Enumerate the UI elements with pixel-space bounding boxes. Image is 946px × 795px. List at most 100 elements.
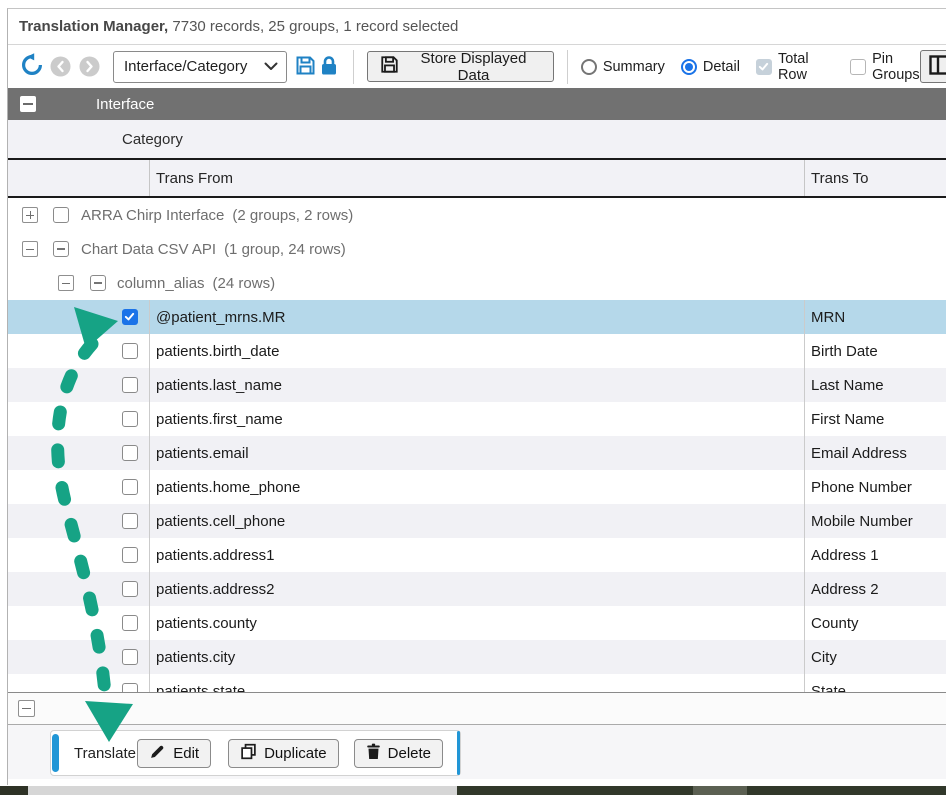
- row-checkbox[interactable]: [122, 479, 138, 495]
- row-checkbox[interactable]: [122, 615, 138, 631]
- edit-button[interactable]: Edit: [137, 739, 211, 768]
- category-group-header: Category: [8, 120, 946, 160]
- trans-to-cell: County: [805, 606, 946, 640]
- columns-icon: [929, 55, 946, 78]
- expand-toggle-icon[interactable]: [58, 275, 74, 291]
- interface-group-header: Interface: [8, 88, 946, 120]
- trans-from-cell: patients.cell_phone: [150, 504, 805, 538]
- collapse-bottom-panel-icon[interactable]: [18, 700, 35, 717]
- row-gutter-cell: [8, 538, 150, 572]
- trans-to-cell: State: [805, 674, 946, 693]
- toolbar-separator: [353, 50, 354, 84]
- group-count: (24 rows): [213, 275, 276, 292]
- screen: Translation Manager, 7730 records, 25 gr…: [0, 0, 946, 795]
- undo-icon: [20, 53, 44, 80]
- row-checkbox[interactable]: [122, 547, 138, 563]
- table-row[interactable]: patients.home_phone Phone Number: [8, 470, 946, 504]
- table-row[interactable]: patients.last_name Last Name: [8, 368, 946, 402]
- detail-radio[interactable]: [681, 59, 697, 75]
- trans-to-column-header[interactable]: Trans To: [805, 160, 946, 196]
- group-label: Chart Data CSV API: [81, 241, 216, 258]
- group-row[interactable]: Chart Data CSV API (1 group, 24 rows): [8, 232, 946, 266]
- row-checkbox[interactable]: [122, 683, 138, 693]
- table-row[interactable]: patients.state State: [8, 674, 946, 693]
- collapse-all-icon[interactable]: [20, 96, 36, 112]
- trans-to-cell: Phone Number: [805, 470, 946, 504]
- row-checkbox[interactable]: [122, 649, 138, 665]
- forward-button[interactable]: [77, 56, 102, 77]
- trans-from-cell: patients.email: [150, 436, 805, 470]
- trans-from-cell: patients.address1: [150, 538, 805, 572]
- table-row[interactable]: @patient_mrns.MR MRN: [8, 300, 946, 334]
- row-gutter-cell: [8, 572, 150, 606]
- row-checkbox[interactable]: [122, 377, 138, 393]
- row-checkbox[interactable]: [122, 411, 138, 427]
- forward-icon: [79, 56, 100, 77]
- group-row[interactable]: column_alias (24 rows): [8, 266, 946, 300]
- toolbar: Interface/Category: [8, 45, 946, 88]
- save-icon: [380, 55, 399, 78]
- table-row[interactable]: patients.cell_phone Mobile Number: [8, 504, 946, 538]
- trash-icon: [366, 743, 381, 764]
- translation-manager-window: Translation Manager, 7730 records, 25 gr…: [7, 8, 946, 785]
- lock-view-button[interactable]: [320, 55, 338, 79]
- group-row[interactable]: ARRA Chirp Interface (2 groups, 2 rows): [8, 198, 946, 232]
- row-checkbox[interactable]: [122, 343, 138, 359]
- table-row[interactable]: patients.address1 Address 1: [8, 538, 946, 572]
- row-gutter-cell: [8, 674, 150, 693]
- taskbar-strip: [0, 786, 946, 795]
- delete-button[interactable]: Delete: [354, 739, 443, 768]
- expand-toggle-icon[interactable]: [22, 241, 38, 257]
- store-displayed-data-button[interactable]: Store Displayed Data: [367, 51, 554, 82]
- row-checkbox[interactable]: [122, 309, 138, 325]
- table-row[interactable]: patients.address2 Address 2: [8, 572, 946, 606]
- row-gutter-cell: [8, 504, 150, 538]
- table-row[interactable]: patients.county County: [8, 606, 946, 640]
- lock-icon: [320, 55, 338, 79]
- table-row[interactable]: patients.birth_date Birth Date: [8, 334, 946, 368]
- pin-groups-checkbox[interactable]: [850, 59, 866, 75]
- delete-button-label: Delete: [388, 745, 431, 762]
- view-selector-dropdown[interactable]: Interface/Category: [113, 51, 287, 83]
- row-checkbox[interactable]: [122, 513, 138, 529]
- grid-rows: ARRA Chirp Interface (2 groups, 2 rows) …: [8, 198, 946, 693]
- detail-radio-label[interactable]: Detail: [703, 59, 740, 75]
- row-gutter-cell: [8, 436, 150, 470]
- group-checkbox[interactable]: [90, 275, 106, 291]
- bottom-panel-collapse-strip: [8, 693, 946, 725]
- trans-from-column-header[interactable]: Trans From: [150, 160, 805, 196]
- toolbar-separator: [567, 50, 568, 84]
- row-checkbox[interactable]: [122, 581, 138, 597]
- panel-accent-bar: [457, 731, 460, 775]
- table-row[interactable]: patients.email Email Address: [8, 436, 946, 470]
- summary-radio-label[interactable]: Summary: [603, 59, 665, 75]
- summary-radio[interactable]: [581, 59, 597, 75]
- group-checkbox[interactable]: [53, 207, 69, 223]
- table-row[interactable]: patients.first_name First Name: [8, 402, 946, 436]
- expand-toggle-icon[interactable]: [22, 207, 38, 223]
- table-row[interactable]: patients.city City: [8, 640, 946, 674]
- back-button[interactable]: [48, 56, 73, 77]
- trans-to-cell: Address 2: [805, 572, 946, 606]
- total-row-checkbox[interactable]: [756, 59, 772, 75]
- row-gutter-cell: [8, 300, 150, 334]
- total-row-checkbox-label[interactable]: Total Row: [778, 51, 834, 83]
- group-label: ARRA Chirp Interface: [81, 207, 224, 224]
- trans-to-cell: Address 1: [805, 538, 946, 572]
- save-view-button[interactable]: [295, 55, 316, 79]
- view-selector-value: Interface/Category: [124, 58, 264, 75]
- column-layout-button[interactable]: [920, 50, 946, 83]
- group-checkbox[interactable]: [53, 241, 69, 257]
- row-checkbox[interactable]: [122, 445, 138, 461]
- save-icon: [295, 55, 316, 79]
- edit-button-label: Edit: [173, 745, 199, 762]
- trans-to-cell: MRN: [805, 300, 946, 334]
- pencil-icon: [149, 743, 166, 764]
- duplicate-button[interactable]: Duplicate: [228, 739, 339, 768]
- row-gutter-cell: [8, 470, 150, 504]
- undo-button[interactable]: [20, 53, 44, 80]
- store-button-label: Store Displayed Data: [406, 50, 541, 84]
- row-gutter-cell: [8, 402, 150, 436]
- panel-accent-bar: [52, 734, 59, 772]
- trans-from-cell: patients.home_phone: [150, 470, 805, 504]
